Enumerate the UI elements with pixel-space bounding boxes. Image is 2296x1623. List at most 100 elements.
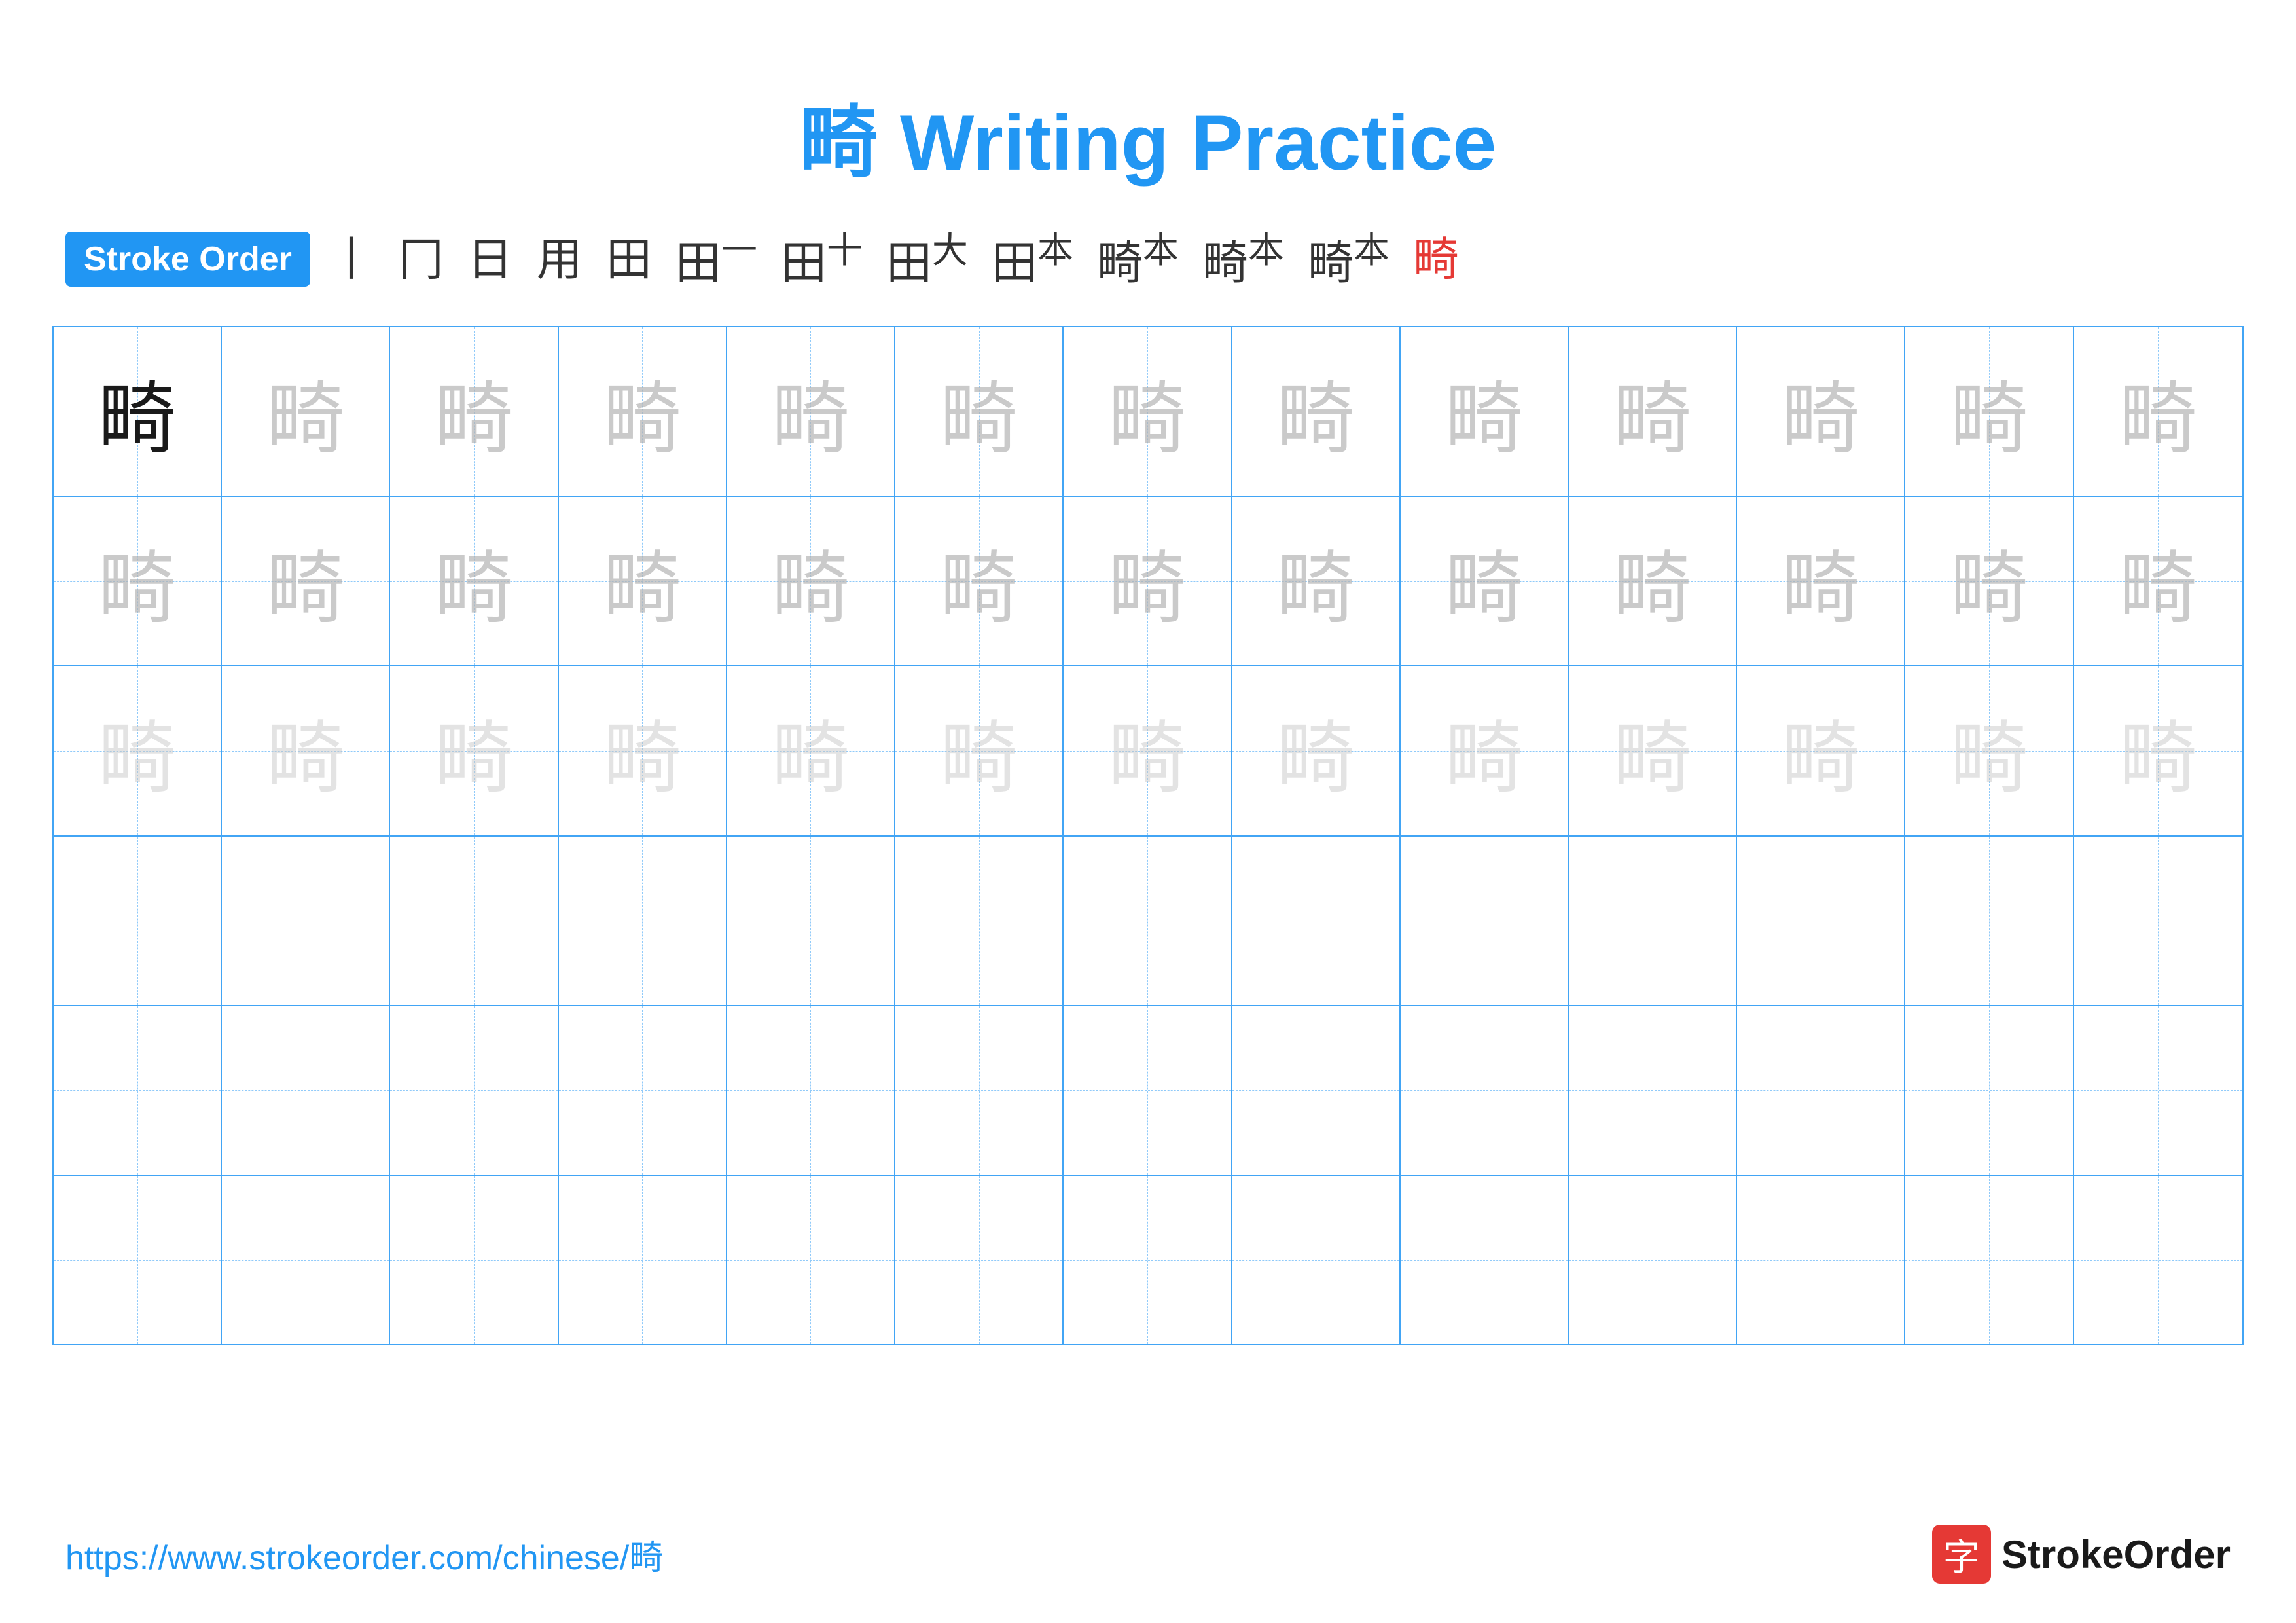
grid-cell-6-11[interactable] [1737,1176,1905,1344]
stroke-step-10: 畸本 [1092,232,1184,285]
grid-cell-6-3[interactable] [390,1176,558,1344]
grid-cell-4-11[interactable] [1737,837,1905,1005]
grid-cell-5-12[interactable] [1905,1006,2073,1175]
grid-cell-5-10[interactable] [1569,1006,1737,1175]
grid-cell-4-5[interactable] [727,837,895,1005]
grid-cell-2-9[interactable]: 畸 [1401,497,1569,665]
grid-cell-1-5[interactable]: 畸 [727,327,895,496]
logo-name: StrokeOrder [2001,1532,2231,1577]
grid-cell-6-7[interactable] [1064,1176,1232,1344]
grid-row-4 [54,837,2242,1006]
grid-cell-2-8[interactable]: 畸 [1232,497,1401,665]
grid-cell-5-6[interactable] [895,1006,1064,1175]
grid-cell-1-11[interactable]: 畸 [1737,327,1905,496]
grid-row-6 [54,1176,2242,1344]
grid-cell-4-4[interactable] [559,837,727,1005]
grid-cell-5-11[interactable] [1737,1006,1905,1175]
grid-row-3: 畸 畸 畸 畸 畸 畸 畸 畸 畸 畸 畸 畸 畸 [54,666,2242,836]
grid-cell-3-10[interactable]: 畸 [1569,666,1737,835]
footer: https://www.strokeorder.com/chinese/畸 字 … [65,1525,2231,1584]
grid-cell-4-10[interactable] [1569,837,1737,1005]
grid-cell-3-5[interactable]: 畸 [727,666,895,835]
grid-cell-1-10[interactable]: 畸 [1569,327,1737,496]
grid-cell-1-13[interactable]: 畸 [2074,327,2242,496]
stroke-step-7: 田十 [776,232,868,285]
grid-cell-1-3[interactable]: 畸 [390,327,558,496]
grid-cell-5-5[interactable] [727,1006,895,1175]
grid-cell-6-12[interactable] [1905,1176,2073,1344]
grid-cell-6-10[interactable] [1569,1176,1737,1344]
grid-cell-1-12[interactable]: 畸 [1905,327,2073,496]
grid-cell-2-3[interactable]: 畸 [390,497,558,665]
grid-cell-2-4[interactable]: 畸 [559,497,727,665]
grid-cell-2-6[interactable]: 畸 [895,497,1064,665]
grid-cell-6-6[interactable] [895,1176,1064,1344]
practice-grid: 畸 畸 畸 畸 畸 畸 畸 畸 畸 畸 畸 畸 畸 畸 畸 畸 畸 畸 畸 畸 … [52,326,2244,1345]
grid-cell-1-2[interactable]: 畸 [222,327,390,496]
stroke-step-9: 田本 [986,232,1079,285]
grid-cell-4-1[interactable] [54,837,222,1005]
stroke-order-badge: Stroke Order [65,232,310,287]
grid-cell-6-8[interactable] [1232,1176,1401,1344]
grid-cell-3-1[interactable]: 畸 [54,666,222,835]
grid-cell-1-1[interactable]: 畸 [54,327,222,496]
grid-cell-1-6[interactable]: 畸 [895,327,1064,496]
grid-cell-4-2[interactable] [222,837,390,1005]
grid-cell-2-13[interactable]: 畸 [2074,497,2242,665]
grid-cell-3-2[interactable]: 畸 [222,666,390,835]
grid-cell-6-2[interactable] [222,1176,390,1344]
grid-cell-5-1[interactable] [54,1006,222,1175]
grid-cell-3-13[interactable]: 畸 [2074,666,2242,835]
grid-cell-5-13[interactable] [2074,1006,2242,1175]
grid-cell-1-7[interactable]: 畸 [1064,327,1232,496]
grid-cell-5-9[interactable] [1401,1006,1569,1175]
grid-cell-4-8[interactable] [1232,837,1401,1005]
grid-cell-2-11[interactable]: 畸 [1737,497,1905,665]
grid-cell-3-9[interactable]: 畸 [1401,666,1569,835]
grid-row-5 [54,1006,2242,1176]
stroke-step-11: 畸本 [1197,232,1289,285]
grid-cell-5-4[interactable] [559,1006,727,1175]
grid-cell-5-3[interactable] [390,1006,558,1175]
grid-cell-2-1[interactable]: 畸 [54,497,222,665]
grid-cell-4-13[interactable] [2074,837,2242,1005]
footer-url[interactable]: https://www.strokeorder.com/chinese/畸 [65,1530,663,1579]
grid-cell-6-13[interactable] [2074,1176,2242,1344]
grid-cell-5-7[interactable] [1064,1006,1232,1175]
grid-cell-6-1[interactable] [54,1176,222,1344]
grid-cell-3-3[interactable]: 畸 [390,666,558,835]
grid-cell-4-12[interactable] [1905,837,2073,1005]
grid-cell-1-8[interactable]: 畸 [1232,327,1401,496]
grid-cell-5-8[interactable] [1232,1006,1401,1175]
grid-cell-2-2[interactable]: 畸 [222,497,390,665]
grid-cell-3-12[interactable]: 畸 [1905,666,2073,835]
stroke-step-2: 冂 [393,236,449,282]
footer-logo: 字 StrokeOrder [1932,1525,2231,1584]
grid-cell-4-7[interactable] [1064,837,1232,1005]
grid-row-2: 畸 畸 畸 畸 畸 畸 畸 畸 畸 畸 畸 畸 畸 [54,497,2242,666]
grid-cell-6-4[interactable] [559,1176,727,1344]
stroke-order-row: Stroke Order 丨 冂 日 用 田 田一 田十 田大 田本 畸本 畸本… [0,232,2296,287]
stroke-step-1: 丨 [323,236,380,282]
grid-cell-3-4[interactable]: 畸 [559,666,727,835]
grid-cell-3-6[interactable]: 畸 [895,666,1064,835]
grid-cell-3-7[interactable]: 畸 [1064,666,1232,835]
grid-row-1: 畸 畸 畸 畸 畸 畸 畸 畸 畸 畸 畸 畸 畸 [54,327,2242,497]
grid-cell-5-2[interactable] [222,1006,390,1175]
page-title: 畸 Writing Practice [0,0,2296,232]
grid-cell-1-9[interactable]: 畸 [1401,327,1569,496]
grid-cell-2-10[interactable]: 畸 [1569,497,1737,665]
grid-cell-2-5[interactable]: 畸 [727,497,895,665]
grid-cell-2-7[interactable]: 畸 [1064,497,1232,665]
grid-cell-4-3[interactable] [390,837,558,1005]
stroke-step-5: 田 [601,236,657,282]
grid-cell-6-5[interactable] [727,1176,895,1344]
grid-cell-4-6[interactable] [895,837,1064,1005]
grid-cell-2-12[interactable]: 畸 [1905,497,2073,665]
grid-cell-3-11[interactable]: 畸 [1737,666,1905,835]
grid-cell-4-9[interactable] [1401,837,1569,1005]
grid-cell-6-9[interactable] [1401,1176,1569,1344]
stroke-step-8: 田大 [881,232,973,285]
grid-cell-1-4[interactable]: 畸 [559,327,727,496]
grid-cell-3-8[interactable]: 畸 [1232,666,1401,835]
